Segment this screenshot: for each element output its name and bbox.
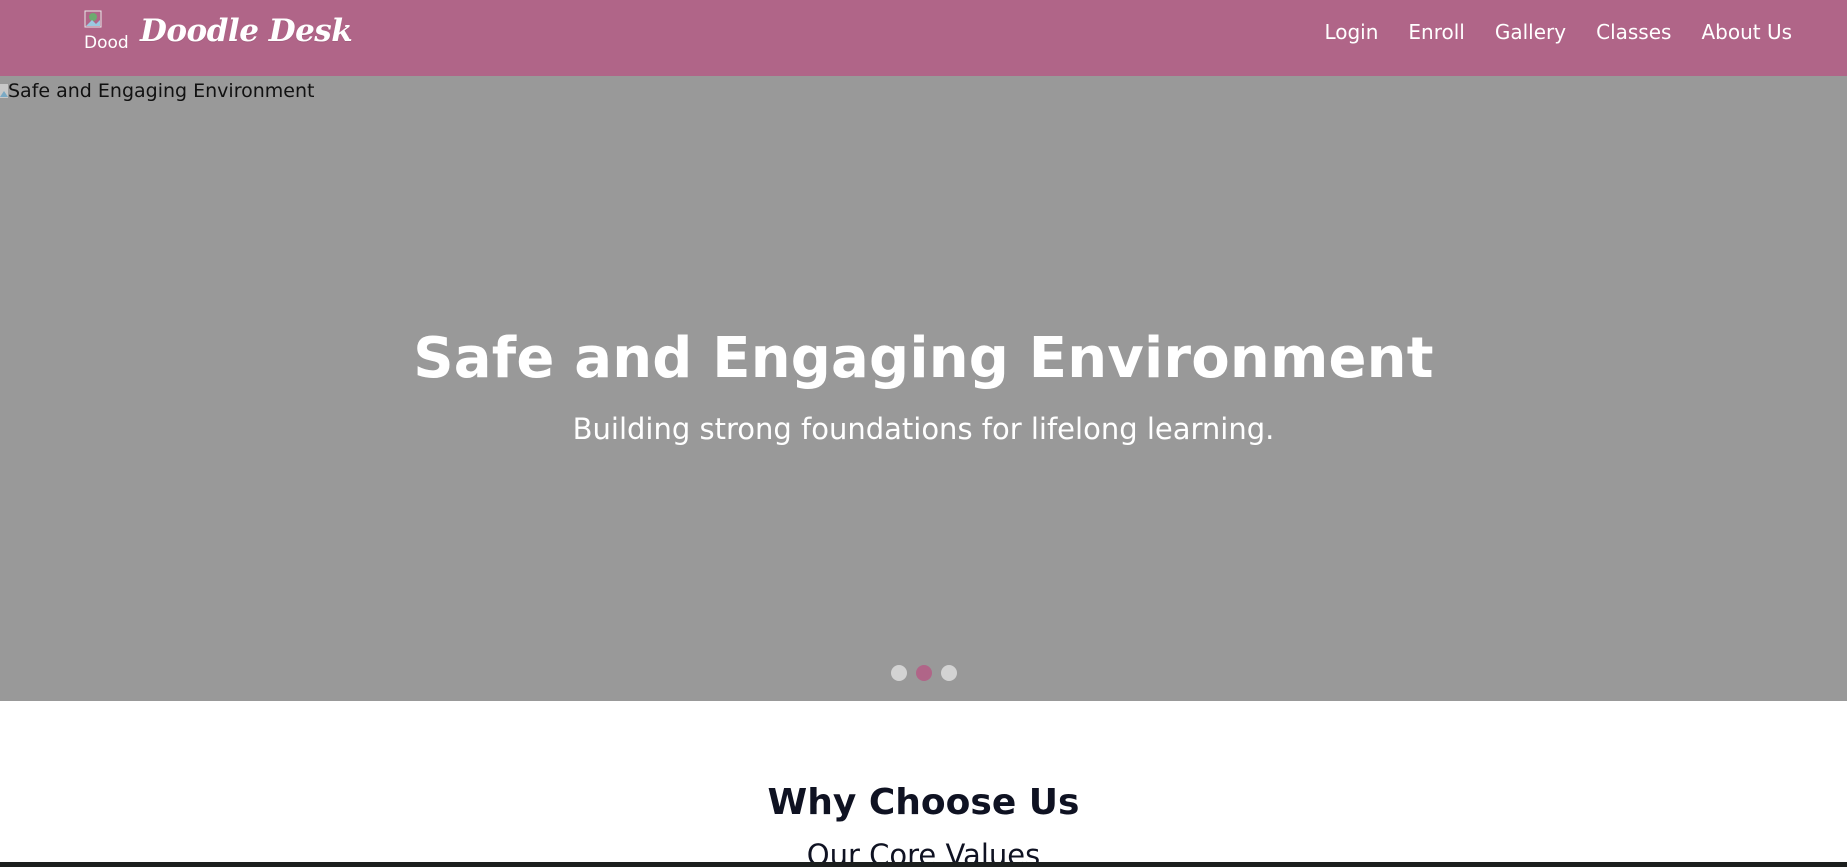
section-title: Why Choose Us — [767, 782, 1080, 823]
nav-enroll[interactable]: Enroll — [1408, 20, 1464, 44]
logo-image[interactable]: Dood — [82, 8, 130, 54]
broken-image-icon — [84, 10, 102, 28]
broken-image-icon — [0, 84, 8, 98]
brand-name[interactable]: Doodle Desk — [140, 13, 353, 49]
bottom-bar — [0, 862, 1847, 867]
nav-login[interactable]: Login — [1324, 20, 1378, 44]
nav-about-us[interactable]: About Us — [1701, 20, 1792, 44]
nav-gallery[interactable]: Gallery — [1495, 20, 1566, 44]
logo-alt-text: Dood — [84, 33, 129, 53]
main-nav: Login Enroll Gallery Classes About Us — [1324, 0, 1792, 64]
hero-image-alt-text: Safe and Engaging Environment — [8, 80, 315, 102]
carousel-indicators — [0, 665, 1847, 681]
hero-title: Safe and Engaging Environment — [413, 326, 1434, 391]
carousel-dot-2[interactable] — [915, 665, 932, 681]
hero-subtitle: Building strong foundations for lifelong… — [572, 412, 1275, 446]
brand[interactable]: Dood Doodle Desk — [82, 6, 353, 56]
nav-classes[interactable]: Classes — [1596, 20, 1671, 44]
carousel-dot-1[interactable] — [890, 665, 907, 681]
hero-image-placeholder: Safe and Engaging Environment — [0, 80, 314, 102]
carousel-dot-3[interactable] — [940, 665, 957, 681]
site-header: Dood Doodle Desk Login Enroll Gallery Cl… — [0, 0, 1847, 76]
hero-carousel[interactable]: Safe and Engaging Environment Safe and E… — [0, 76, 1847, 701]
